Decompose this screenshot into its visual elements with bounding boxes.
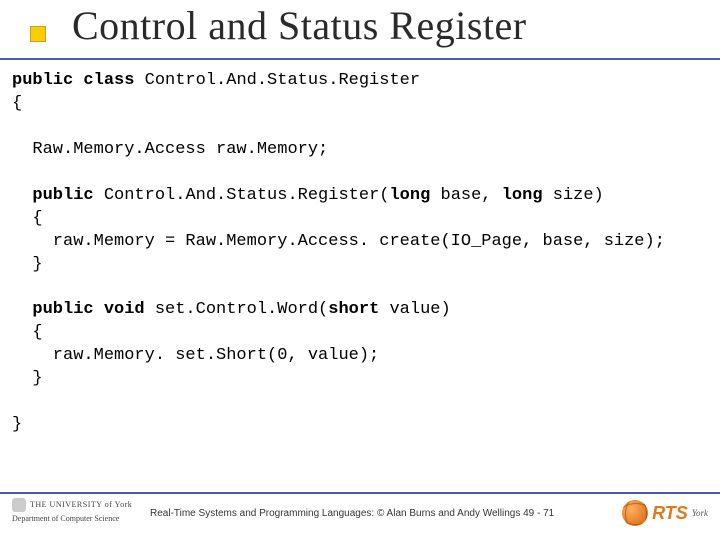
university-logo-text: THE UNIVERSITY of York: [12, 498, 132, 512]
slide: Control and Status Register public class…: [0, 0, 720, 540]
rts-logo: RTS York: [622, 500, 708, 526]
kw-public-class: public class: [12, 71, 134, 90]
globe-icon: [622, 500, 648, 526]
rts-york-text: York: [692, 508, 708, 518]
kw-public: public: [32, 186, 93, 205]
kw-long: long: [502, 186, 543, 205]
department-text: Department of Computer Science: [12, 514, 119, 523]
code-text: set.Control.Word(: [145, 300, 329, 319]
code-text: }: [12, 369, 43, 388]
code-text: {: [12, 323, 43, 342]
code-text: raw.Memory. set.Short(0, value);: [12, 346, 379, 365]
rts-text: RTS: [652, 503, 688, 524]
title-bullet-icon: [30, 26, 46, 42]
code-text: {: [12, 209, 43, 228]
code-text: size): [543, 186, 604, 205]
code-text: Raw.Memory.Access raw.Memory;: [12, 140, 328, 159]
kw-short: short: [328, 300, 379, 319]
code-text: raw.Memory = Raw.Memory.Access. create(I…: [12, 232, 665, 251]
code-block: public class Control.And.Status.Register…: [12, 70, 710, 437]
title-underline: [0, 58, 720, 60]
slide-title: Control and Status Register: [72, 2, 527, 49]
code-text: Control.And.Status.Register(: [94, 186, 390, 205]
code-text: }: [12, 415, 22, 434]
footer-divider: [0, 492, 720, 494]
footer: THE UNIVERSITY of York Department of Com…: [0, 492, 720, 540]
code-text: }: [12, 255, 43, 274]
kw-public-void: public void: [32, 300, 144, 319]
code-text: base,: [430, 186, 501, 205]
code-text: {: [12, 94, 22, 113]
code-text: value): [379, 300, 450, 319]
code-text: Control.And.Status.Register: [134, 71, 420, 90]
citation-text: Real-Time Systems and Programming Langua…: [150, 508, 554, 519]
kw-long: long: [389, 186, 430, 205]
